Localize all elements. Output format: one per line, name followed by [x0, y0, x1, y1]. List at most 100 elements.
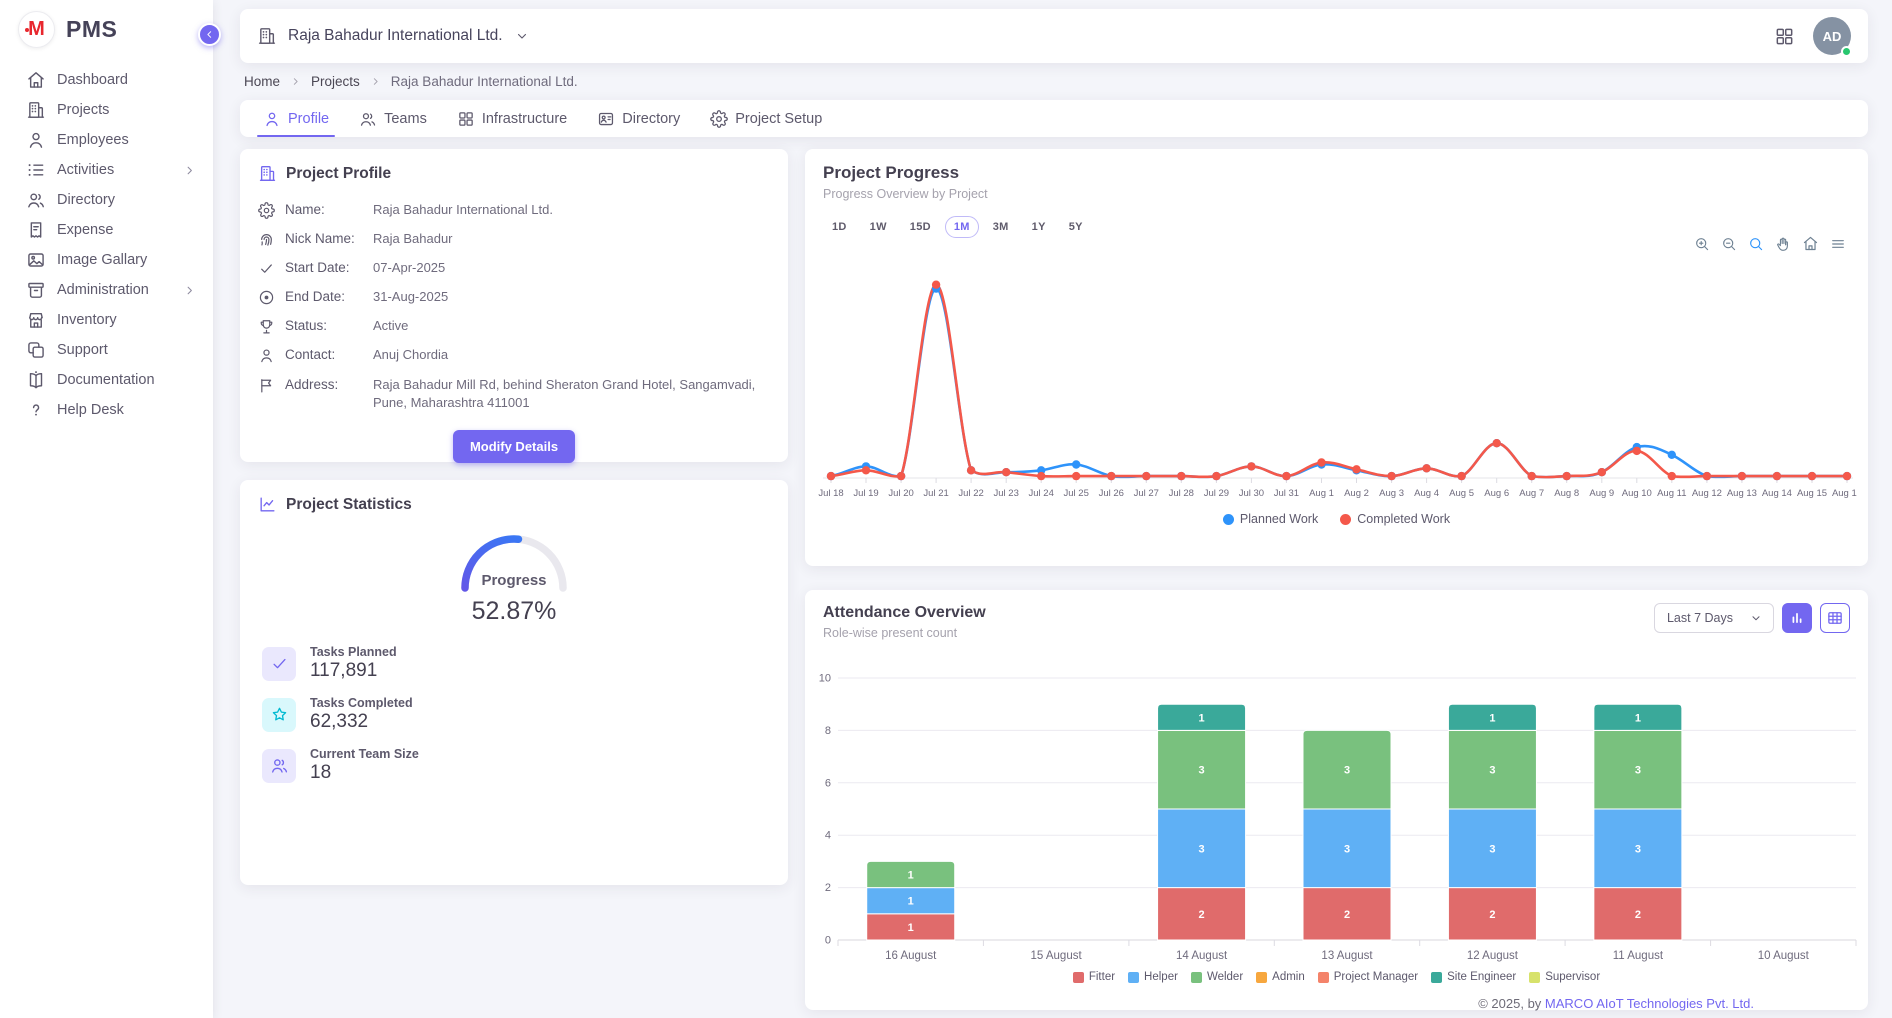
breadcrumb-item-home[interactable]: Home — [244, 74, 280, 89]
avatar[interactable]: AD — [1813, 17, 1851, 55]
svg-text:4: 4 — [825, 830, 831, 842]
range-1w-button[interactable]: 1W — [861, 216, 896, 238]
legend-supervisor[interactable]: Supervisor — [1529, 971, 1600, 983]
project-statistics-card: Project Statistics Progress52.87% Tasks … — [240, 480, 788, 885]
tab-directory[interactable]: Directory — [582, 100, 695, 137]
profile-field-address: Address:Raja Bahadur Mill Rd, behind She… — [258, 370, 770, 417]
sidebar-item-expense[interactable]: Expense — [0, 215, 213, 245]
sidebar-item-dashboard[interactable]: Dashboard — [0, 65, 213, 95]
legend-project-manager[interactable]: Project Manager — [1318, 971, 1418, 983]
footer-company-link[interactable]: MARCO AIoT Technologies Pvt. Ltd. — [1545, 996, 1754, 1011]
sidebar-collapse-button[interactable] — [198, 23, 221, 46]
sidebar-menu: Dashboard ProjectsEmployeesActivities Dire… — [0, 57, 213, 425]
tab-profile[interactable]: Profile — [248, 100, 344, 137]
range-1d-button[interactable]: 1D — [823, 216, 856, 238]
breadcrumb-item-projects[interactable]: Projects — [311, 74, 360, 89]
bar-chart-icon — [1788, 609, 1806, 627]
chevron-right-icon — [182, 163, 197, 178]
company-selector[interactable]: Raja Bahadur International Ltd. — [257, 26, 530, 46]
field-value: 07-Apr-2025 — [373, 259, 445, 277]
selection-zoom-icon[interactable] — [1748, 236, 1764, 252]
legend-label: Project Manager — [1334, 971, 1418, 983]
svg-text:Aug 7: Aug 7 — [1519, 488, 1544, 499]
legend-fitter[interactable]: Fitter — [1073, 971, 1115, 983]
sidebar-item-administration[interactable]: Administration — [0, 275, 213, 305]
legend-planned-work[interactable]: Planned Work — [1223, 512, 1318, 526]
chart-view-button[interactable] — [1782, 603, 1812, 633]
stat-tasks-planned: Tasks Planned117,891 — [262, 645, 770, 682]
project-progress-chart[interactable]: Jul 18Jul 19Jul 20Jul 21Jul 22Jul 23Jul … — [817, 270, 1857, 508]
modify-details-button[interactable]: Modify Details — [453, 430, 575, 463]
profile-card-title: Project Profile — [286, 165, 391, 183]
legend-helper[interactable]: Helper — [1128, 971, 1178, 983]
pms-logo-icon: M — [18, 11, 55, 48]
list-icon — [26, 160, 46, 180]
field-label: Status: — [285, 317, 373, 333]
legend-welder[interactable]: Welder — [1191, 971, 1243, 983]
zoom-in-icon[interactable] — [1694, 236, 1710, 252]
attendance-overview-card: Attendance Overview Role-wise present co… — [805, 590, 1868, 1010]
svg-text:8: 8 — [825, 725, 831, 737]
tab-label: Teams — [384, 111, 427, 127]
range-3m-button[interactable]: 3M — [984, 216, 1018, 238]
sidebar-item-projects[interactable]: Projects — [0, 95, 213, 125]
sidebar-item-employees[interactable]: Employees — [0, 125, 213, 155]
range-15d-button[interactable]: 15D — [901, 216, 940, 238]
zoom-out-icon[interactable] — [1721, 236, 1737, 252]
logo-text: PMS — [66, 16, 117, 43]
receipt-icon — [26, 220, 46, 240]
legend-admin[interactable]: Admin — [1256, 971, 1305, 983]
users-icon — [262, 749, 296, 783]
svg-text:10 August: 10 August — [1758, 950, 1810, 962]
svg-text:15 August: 15 August — [1031, 950, 1083, 962]
profile-field-name: Name:Raja Bahadur International Ltd. — [258, 195, 770, 224]
svg-text:1: 1 — [908, 922, 914, 934]
chevron-down-icon — [514, 28, 530, 44]
svg-text:Jul 31: Jul 31 — [1274, 488, 1299, 499]
field-label: End Date: — [285, 288, 373, 304]
attendance-chart[interactable]: 024681011116 August15 August233114 Augus… — [813, 665, 1863, 965]
sidebar-item-activities[interactable]: Activities — [0, 155, 213, 185]
sidebar-item-label: Dashboard — [57, 72, 128, 88]
profile-field-start-date: Start Date:07-Apr-2025 — [258, 253, 770, 282]
menu-icon[interactable] — [1830, 236, 1846, 252]
svg-text:Jul 26: Jul 26 — [1099, 488, 1124, 499]
apps-grid-icon[interactable] — [1774, 26, 1795, 47]
sidebar-item-documentation[interactable]: Documentation — [0, 365, 213, 395]
field-value: Raja Bahadur International Ltd. — [373, 201, 553, 219]
svg-text:Aug 1: Aug 1 — [1309, 488, 1334, 499]
legend-site-engineer[interactable]: Site Engineer — [1431, 971, 1516, 983]
tab-teams[interactable]: Teams — [344, 100, 442, 137]
app-logo[interactable]: M PMS — [0, 0, 213, 57]
tab-infrastructure[interactable]: Infrastructure — [442, 100, 582, 137]
legend-label: Helper — [1144, 971, 1178, 983]
legend-completed-work[interactable]: Completed Work — [1340, 512, 1450, 526]
sidebar-item-directory[interactable]: Directory — [0, 185, 213, 215]
range-1y-button[interactable]: 1Y — [1023, 216, 1055, 238]
date-range-select[interactable]: Last 7 Days — [1654, 603, 1774, 633]
svg-text:3: 3 — [1344, 843, 1350, 855]
svg-text:Jul 20: Jul 20 — [888, 488, 913, 499]
check-icon — [262, 647, 296, 681]
legend-marker — [1529, 972, 1540, 983]
tab-project-setup[interactable]: Project Setup — [695, 100, 837, 137]
sidebar-item-inventory[interactable]: Inventory — [0, 305, 213, 335]
svg-text:Jul 30: Jul 30 — [1239, 488, 1264, 499]
sidebar-item-label: Directory — [57, 192, 115, 208]
sidebar-item-help-desk[interactable]: Help Desk — [0, 395, 213, 425]
sidebar-item-image-gallary[interactable]: Image Gallary — [0, 245, 213, 275]
home-icon[interactable] — [1802, 235, 1819, 252]
building-icon — [257, 26, 277, 46]
svg-text:1: 1 — [908, 870, 914, 882]
svg-text:3: 3 — [1199, 765, 1205, 777]
chevron-down-icon — [1749, 611, 1763, 625]
table-view-button[interactable] — [1820, 603, 1850, 633]
pan-icon[interactable] — [1775, 236, 1791, 252]
chevron-right-icon — [182, 283, 197, 298]
range-1m-button[interactable]: 1M — [945, 216, 979, 238]
range-5y-button[interactable]: 5Y — [1060, 216, 1092, 238]
legend-marker — [1191, 972, 1202, 983]
svg-text:Aug 11: Aug 11 — [1657, 488, 1686, 499]
stat-current-team-size: Current Team Size18 — [262, 747, 770, 784]
sidebar-item-support[interactable]: Support — [0, 335, 213, 365]
